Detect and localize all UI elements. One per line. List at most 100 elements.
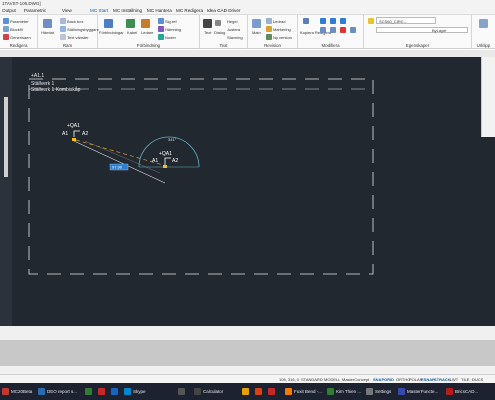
tab-mc-installning[interactable]: MC Inställning [113,8,142,13]
generate-icon[interactable] [3,34,9,40]
navigation-bar[interactable] [481,57,495,137]
main-icon[interactable] [252,19,261,28]
text-icon[interactable] [203,19,212,28]
new-version-icon[interactable] [266,34,272,40]
tab-view[interactable]: View [62,8,72,13]
connection-icon[interactable] [104,19,113,28]
taskbar-app-firefox[interactable] [255,386,264,397]
stretch-icon[interactable] [350,27,356,33]
kopiera-redigera-button[interactable]: Kopiera Redigera [300,30,331,35]
back-box-icon[interactable] [60,18,66,24]
model-space[interactable]: MODELL [324,377,340,382]
frame-icon[interactable] [43,19,52,28]
kabel-button[interactable]: Kabel [127,30,137,35]
tab-output[interactable]: Output [2,8,16,13]
ledare-button[interactable]: Ledare [141,30,153,35]
toggle-esnap[interactable]: ESNAP [421,377,435,382]
vertical-scrollbar[interactable] [0,57,12,326]
hamtat-button[interactable]: Hämtat [41,30,54,35]
wire-icon[interactable] [141,19,150,28]
layer-value: SCS60_CIRC... [379,19,408,24]
taskbar-app-acrobat[interactable] [98,386,107,397]
hamning-icon[interactable] [158,26,164,32]
parameter-button[interactable]: Parameter [10,19,29,24]
dialog-button[interactable]: Dialog [214,30,225,35]
text-vanster-button[interactable]: Text vänster [67,35,89,40]
taskbar-app-explorer[interactable] [178,386,187,397]
taskbar-app-bricscad[interactable]: BricsCAD... [446,386,478,397]
taskbar-app-chat[interactable]: Kim Thien ... [327,386,361,397]
cable-icon[interactable] [126,19,135,28]
blockfil-button[interactable]: Blockfil [10,27,23,32]
settings-icon[interactable] [340,18,346,24]
copy-edit-icon[interactable] [303,18,309,24]
hamning-button[interactable]: Hämning [165,27,181,32]
layer-light-icon[interactable] [368,18,374,24]
stavning-button[interactable]: Stavning [227,35,243,40]
taskbar-app-settings[interactable]: Settings [366,386,391,397]
concept-label[interactable]: MasterConcept [342,377,369,382]
markering-button[interactable]: Markering [273,27,291,32]
taskbar-app-chrome[interactable] [242,386,251,397]
scrollbar-thumb[interactable] [4,97,8,177]
layer-dropdown[interactable]: SCS60_CIRC... [376,17,436,24]
component2-grip[interactable] [163,165,167,168]
ny-version-button[interactable]: Ny version [273,35,292,40]
signal-ref-icon[interactable] [158,18,164,24]
taskbar-app-deo-report[interactable]: DEO report s... [38,386,77,397]
taskbar-app-skype[interactable]: Skype [124,386,146,397]
toggle-snap[interactable]: SNAP [373,377,384,382]
nodes-icon[interactable] [158,34,164,40]
taskbar-app-word[interactable] [111,386,120,397]
taskbar-app-excel[interactable] [85,386,94,397]
text-button[interactable]: Text [204,30,211,35]
markering-icon[interactable] [266,26,272,32]
mirror-icon[interactable] [320,27,326,33]
ledrad-icon[interactable] [266,18,272,24]
forbindningar-button[interactable]: Förbindningar [99,30,124,35]
taskbar-app-calculator[interactable]: Calculator [194,386,223,397]
paste-icon[interactable] [479,19,488,28]
parameter-icon[interactable] [3,18,9,24]
ledrad-button[interactable]: Ledrad [273,19,285,24]
standard-mode[interactable]: STANDARD [301,377,323,382]
toggle-lwt[interactable]: LWT [450,377,458,382]
tab-mc-redigera[interactable]: MC Redigera [176,8,203,13]
taskbar-app-mc20beta[interactable]: MC20Beta [2,386,32,397]
back-box-button[interactable]: Back box [67,19,83,24]
linetype-dropdown[interactable]: ByLayer [376,27,468,33]
toggle-grid[interactable]: GRID [384,377,394,382]
toggle-tile[interactable]: TILE [461,377,469,382]
stallningsbyggare-button[interactable]: Ställningsbyggare [67,27,99,32]
justera-button[interactable]: Justera [227,27,240,32]
file-tab-strip [0,50,495,57]
toggle-strack[interactable]: STRACK [434,377,451,382]
tab-parametric[interactable]: Parametric [24,8,46,13]
text-left-icon[interactable] [60,34,66,40]
component2-pin-b: A2 [172,158,178,164]
toggle-ducs[interactable]: DUCS [472,377,483,382]
generisaen-button[interactable]: Generisaen [10,35,31,40]
block-icon[interactable] [3,26,9,32]
taskbar-app-foxit[interactable]: Foxit Bend -... [285,386,322,397]
scale-icon[interactable] [330,27,336,33]
hegel-button[interactable]: Hegel [227,19,237,24]
tab-idea-cad-driver[interactable]: Idea CAD Driver [207,8,240,13]
noder-button[interactable]: Noder [165,35,176,40]
taskbar-app-masterfunc[interactable]: MasterFuncte... [398,386,438,397]
rotate-icon[interactable] [330,18,336,24]
main-button[interactable]: Main [252,30,261,35]
delete-icon[interactable] [340,27,346,33]
tab-mc-hantera[interactable]: MC Hantera [147,8,172,13]
sig-ref-button[interactable]: Sig.ref [165,19,177,24]
component1-grip[interactable] [72,138,76,141]
move-icon[interactable] [320,18,326,24]
tab-mc-start[interactable]: MC Start [90,8,108,13]
excel-icon [85,388,92,395]
taskbar-app-pdf[interactable] [268,386,277,397]
drawing-canvas[interactable]: +A1.1 Ställverk 1 Ställverk 1 Kombiskåp … [0,57,495,326]
chrome-icon [242,388,249,395]
dialog-icon[interactable] [215,20,221,26]
command-line[interactable] [0,340,495,366]
stallning-icon[interactable] [60,26,66,32]
